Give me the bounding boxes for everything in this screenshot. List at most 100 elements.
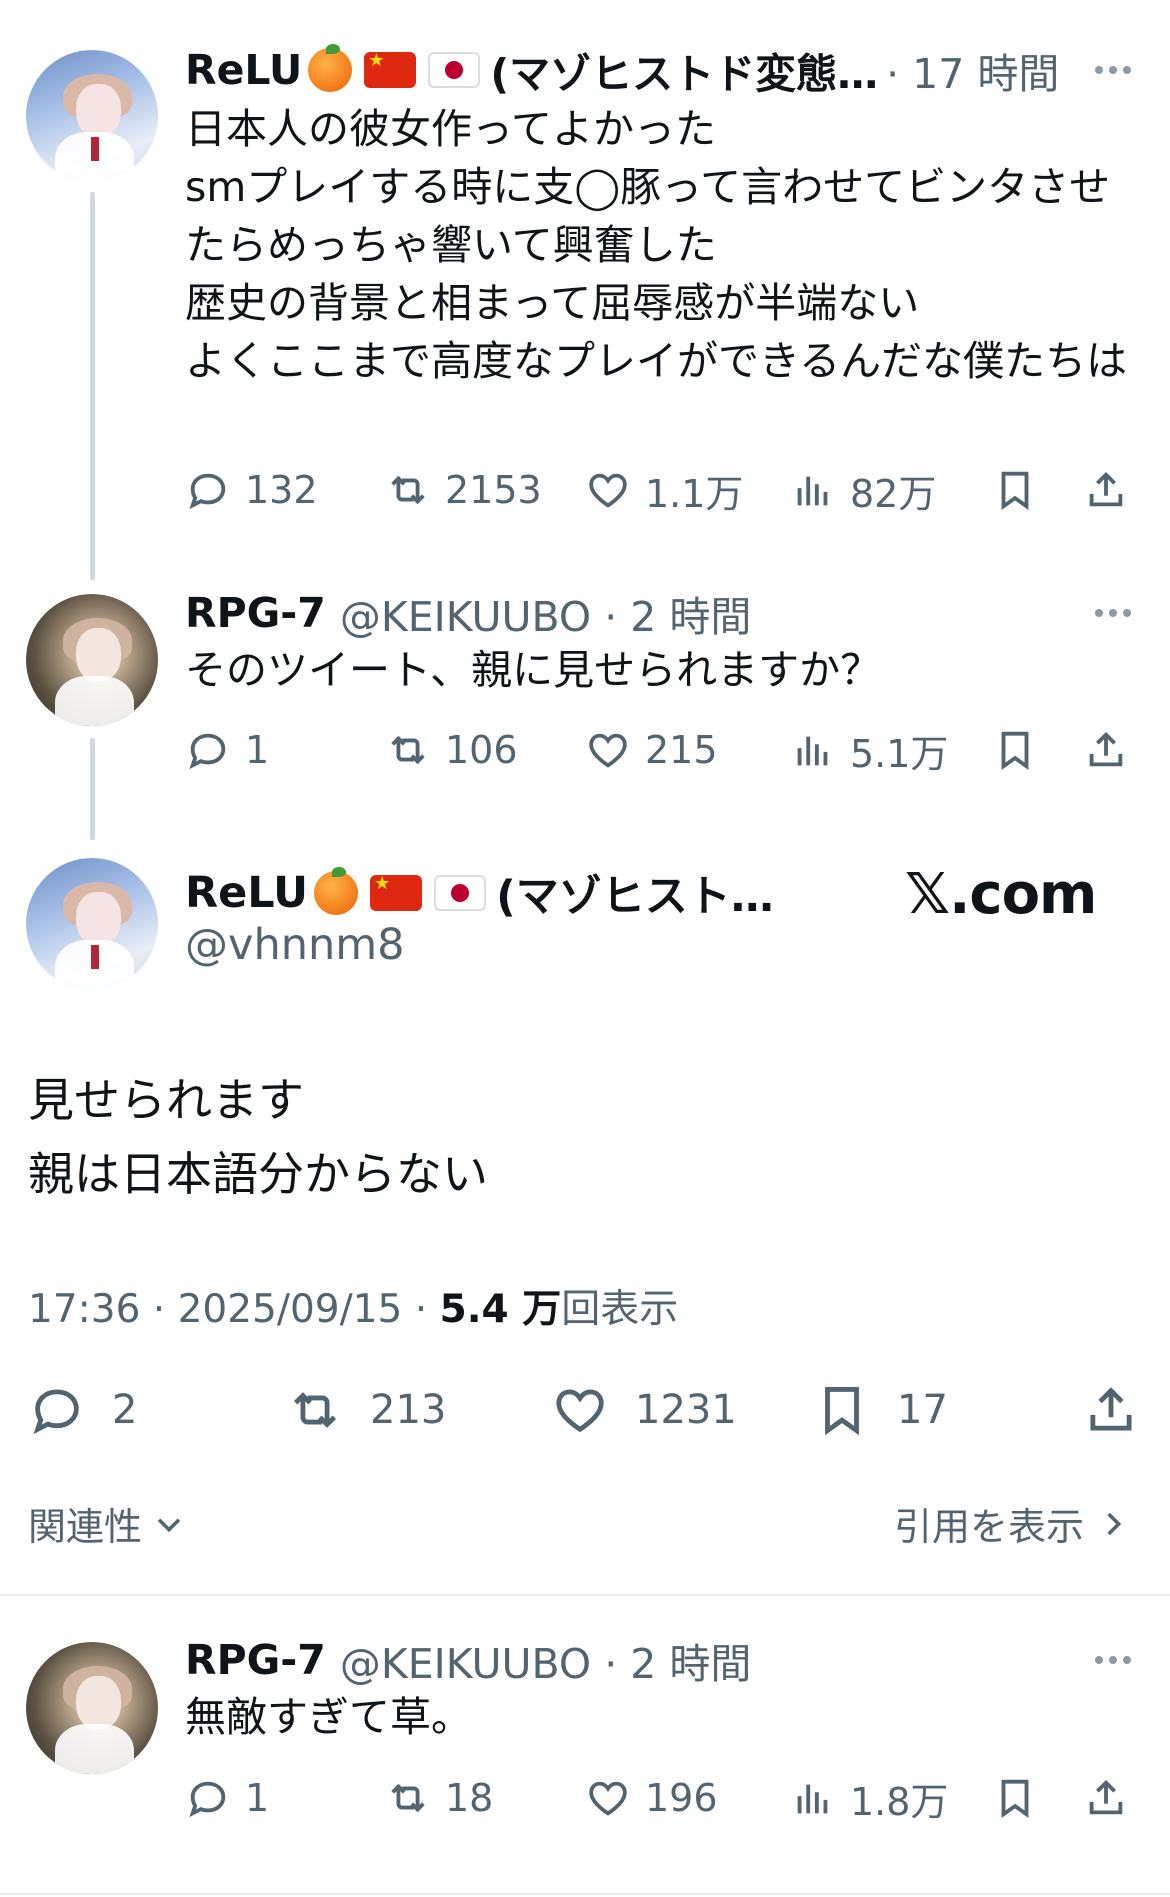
orange-emoji-icon [308, 44, 353, 92]
avatar-tie [90, 945, 99, 969]
views-button[interactable]: 1.8万 [790, 1768, 948, 1828]
share-button[interactable] [1083, 1768, 1129, 1828]
avatar-body [55, 1723, 135, 1774]
like-button[interactable]: 1.1万 [585, 460, 743, 520]
retweet-icon [385, 1775, 431, 1821]
bookmark-icon [813, 1381, 871, 1439]
reply-icon [28, 1381, 86, 1439]
reply-icon [185, 1775, 231, 1821]
chevron-right-icon [1107, 1512, 1122, 1535]
handle-timestamp[interactable]: @KEIKUUBO · 2 時間 [340, 583, 752, 643]
retweet-button[interactable]: 2153 [385, 460, 542, 520]
tweet-text: 日本人の彼女作ってよかった smプレイする時に支◯豚って言わせてビンタさせたらめ… [185, 105, 1128, 385]
bookmark-button[interactable]: 17 [813, 1375, 948, 1445]
views-count: 5.1万 [850, 731, 949, 776]
retweet-icon [385, 727, 431, 773]
more-icon[interactable] [1088, 603, 1138, 623]
display-name[interactable]: RPG-7 [185, 589, 326, 637]
bookmark-button[interactable] [992, 720, 1038, 780]
divider [0, 1893, 1170, 1895]
tweet-actions: 1 106 215 5.1万 [185, 720, 1140, 780]
like-count: 196 [645, 1776, 718, 1820]
reply-button[interactable]: 2 [28, 1375, 137, 1445]
avatar-face [76, 628, 122, 682]
share-icon [1083, 467, 1129, 513]
avatar[interactable] [26, 594, 158, 726]
views-button[interactable]: 82万 [790, 460, 936, 520]
avatar[interactable] [26, 50, 158, 182]
share-button[interactable] [1082, 1375, 1166, 1445]
retweet-count: 213 [370, 1387, 447, 1433]
share-icon [1083, 727, 1129, 773]
china-flag-icon [364, 50, 417, 88]
display-name[interactable]: RPG-7 [185, 1636, 326, 1684]
like-icon [551, 1381, 609, 1439]
bookmark-button[interactable] [992, 460, 1038, 520]
retweet-count: 18 [445, 1776, 494, 1820]
avatar-face [76, 84, 122, 138]
reply-icon [185, 467, 231, 513]
view-count: 5.4 万 [439, 1287, 562, 1332]
view-count-label: 回表示 [561, 1287, 679, 1332]
brand-watermark: 𝕏.com [905, 862, 1097, 927]
handle-timestamp[interactable]: @KEIKUUBO · 2 時間 [340, 1630, 752, 1690]
reply-button[interactable]: 1 [185, 1768, 269, 1828]
views-icon [790, 467, 836, 513]
bookmark-button[interactable] [992, 1768, 1038, 1828]
bookmark-icon [992, 467, 1038, 513]
reply-icon [185, 727, 231, 773]
tweet-header: ReLU (マゾヒストド変態… · 17 時間 [185, 40, 1059, 100]
thread-line [90, 738, 95, 840]
reply-button[interactable]: 132 [185, 460, 318, 520]
display-name[interactable]: ReLU [185, 46, 302, 94]
share-button[interactable] [1083, 720, 1129, 780]
share-icon [1083, 1775, 1129, 1821]
views-count: 82万 [850, 471, 937, 516]
reply-count: 1 [245, 1776, 270, 1820]
display-name[interactable]: ReLU [185, 868, 308, 918]
like-button[interactable]: 196 [585, 1768, 718, 1828]
handle[interactable]: @vhnnm8 [185, 920, 404, 970]
tweet-actions: 1 18 196 1.8万 [185, 1768, 1140, 1828]
tweet-header: RPG-7 @KEIKUUBO · 2 時間 [185, 1630, 751, 1690]
display-name-suffix[interactable]: (マゾヒスト… [496, 862, 774, 924]
main-tweet-actions: 2 213 1231 17 [28, 1375, 1140, 1445]
view-quotes-link[interactable]: 引用を表示 [894, 1496, 1130, 1551]
bookmark-icon [992, 1775, 1038, 1821]
divider [0, 1594, 1170, 1596]
like-icon [585, 467, 631, 513]
avatar[interactable] [26, 858, 158, 990]
thread-line [90, 192, 95, 580]
views-button[interactable]: 5.1万 [790, 720, 948, 780]
retweet-button[interactable]: 18 [385, 1768, 493, 1828]
view-quotes-label: 引用を表示 [893, 1505, 1084, 1549]
avatar-body [55, 675, 135, 726]
sort-relevance-dropdown[interactable]: 関連性 [28, 1496, 186, 1551]
avatar-tie [90, 137, 99, 161]
like-button[interactable]: 1231 [551, 1375, 737, 1445]
retweet-button[interactable]: 213 [286, 1375, 446, 1445]
share-button[interactable] [1083, 460, 1129, 520]
views-icon [790, 1775, 836, 1821]
tweet-datetime[interactable]: 17:36 · 2025/09/15 · [28, 1287, 440, 1332]
more-icon[interactable] [1088, 60, 1138, 80]
like-count: 215 [645, 728, 718, 772]
retweet-icon [385, 467, 431, 513]
display-name-suffix[interactable]: (マゾヒストド変態… [490, 40, 878, 100]
like-button[interactable]: 215 [585, 720, 718, 780]
retweet-button[interactable]: 106 [385, 720, 518, 780]
views-count: 1.8万 [850, 1779, 949, 1824]
like-icon [585, 727, 631, 773]
views-icon [790, 727, 836, 773]
tweet-meta: 17:36 · 2025/09/15 · 5.4 万回表示 [28, 1278, 678, 1334]
reply-button[interactable]: 1 [185, 720, 269, 780]
retweet-count: 106 [445, 728, 518, 772]
avatar[interactable] [26, 1642, 158, 1774]
timestamp[interactable]: · 17 時間 [886, 40, 1059, 100]
reply-count: 132 [245, 468, 318, 512]
like-count: 1.1万 [645, 471, 744, 516]
bookmark-icon [992, 727, 1038, 773]
retweet-count: 2153 [445, 468, 542, 512]
more-icon[interactable] [1088, 1650, 1138, 1670]
avatar-face [76, 1676, 122, 1730]
